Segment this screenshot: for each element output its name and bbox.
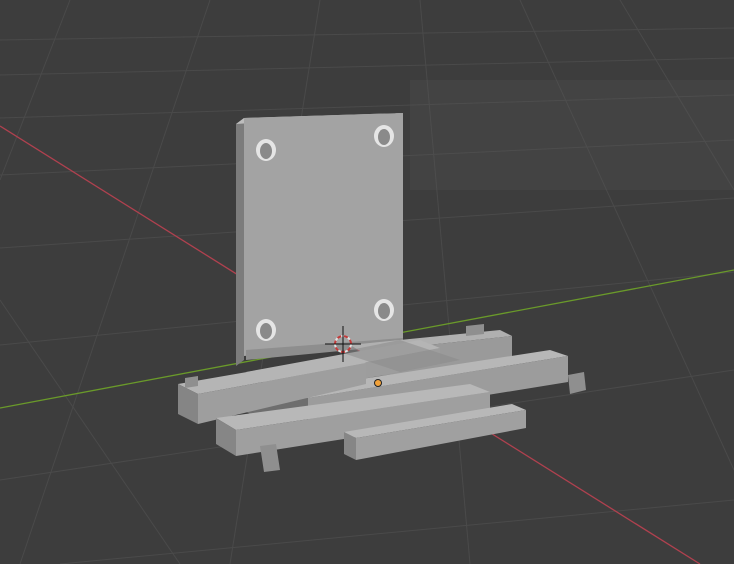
mounting-plate[interactable] bbox=[236, 113, 403, 366]
mounting-hole-top-right bbox=[374, 125, 394, 147]
viewport-overlay bbox=[410, 80, 734, 190]
mounting-hole-bottom-right bbox=[374, 299, 394, 321]
object-origin-icon[interactable] bbox=[374, 379, 382, 387]
mounting-hole-top-left bbox=[256, 139, 276, 161]
3d-viewport[interactable] bbox=[0, 0, 734, 564]
mounting-hole-bottom-left bbox=[256, 319, 276, 341]
